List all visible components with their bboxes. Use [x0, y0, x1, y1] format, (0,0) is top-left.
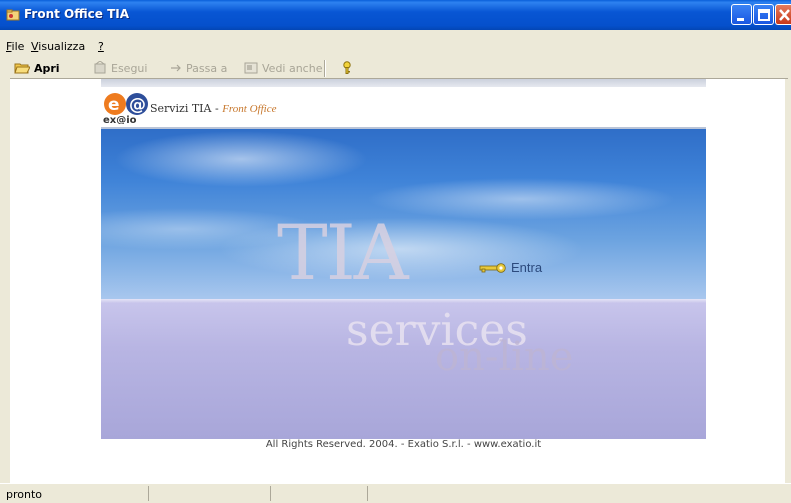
toolbar: Apri Esegui Passa a Vedi anche	[0, 57, 791, 79]
help-button[interactable]	[341, 60, 353, 76]
menu-help[interactable]: ?	[98, 40, 104, 53]
run-icon	[94, 61, 106, 74]
open-button[interactable]: Apri	[14, 60, 60, 76]
menu-bar: File Visualizza ?	[0, 38, 791, 55]
minimize-button[interactable]	[731, 4, 752, 25]
maximize-icon	[758, 9, 770, 21]
status-text: pronto	[6, 488, 43, 501]
close-icon	[779, 9, 790, 21]
help-key-icon	[343, 61, 351, 74]
hero-banner: TIA services on-line Entra	[101, 129, 706, 439]
see-also-button[interactable]: Vedi anche	[244, 60, 322, 76]
window-title: Front Office TIA	[24, 7, 129, 21]
header-rule	[101, 79, 706, 87]
svg-text:e: e	[108, 95, 120, 115]
status-panel-4	[367, 486, 369, 501]
brand-subtitle: Front Office	[222, 103, 277, 115]
hero-online: on-line	[435, 334, 574, 380]
menu-view[interactable]: Visualizza	[31, 40, 85, 53]
content-pane: e @ ex@io Servizi TIA - Front Office TIA…	[10, 78, 788, 483]
footer-copyright: All Rights Reserved. 2004. - Exatio S.r.…	[265, 439, 542, 450]
toolbar-separator	[324, 60, 326, 77]
menu-file[interactable]: File	[6, 40, 24, 53]
status-panel-2	[148, 486, 270, 501]
status-bar: pronto	[0, 483, 791, 503]
key-icon	[479, 262, 506, 273]
folder-key-icon	[6, 9, 20, 21]
brand-title: Servizi TIA - Front Office	[150, 102, 277, 115]
goto-button[interactable]: Passa a	[170, 60, 227, 76]
close-button[interactable]	[775, 4, 791, 25]
see-also-icon	[244, 62, 258, 74]
svg-text:@: @	[129, 95, 146, 115]
enter-link[interactable]: Entra	[479, 260, 542, 275]
status-panel-3	[270, 486, 367, 501]
run-button[interactable]: Esegui	[93, 60, 147, 76]
title-bar[interactable]: Front Office TIA	[0, 0, 791, 30]
maximize-button[interactable]	[753, 4, 774, 25]
arrow-right-icon	[171, 64, 181, 72]
hero-title: TIA	[277, 208, 409, 297]
exatio-logo: e @ ex@io	[103, 93, 148, 124]
open-folder-icon	[14, 63, 30, 74]
vertical-scrollbar[interactable]	[785, 79, 788, 483]
minimize-icon	[737, 18, 744, 21]
svg-text:ex@io: ex@io	[103, 115, 137, 124]
